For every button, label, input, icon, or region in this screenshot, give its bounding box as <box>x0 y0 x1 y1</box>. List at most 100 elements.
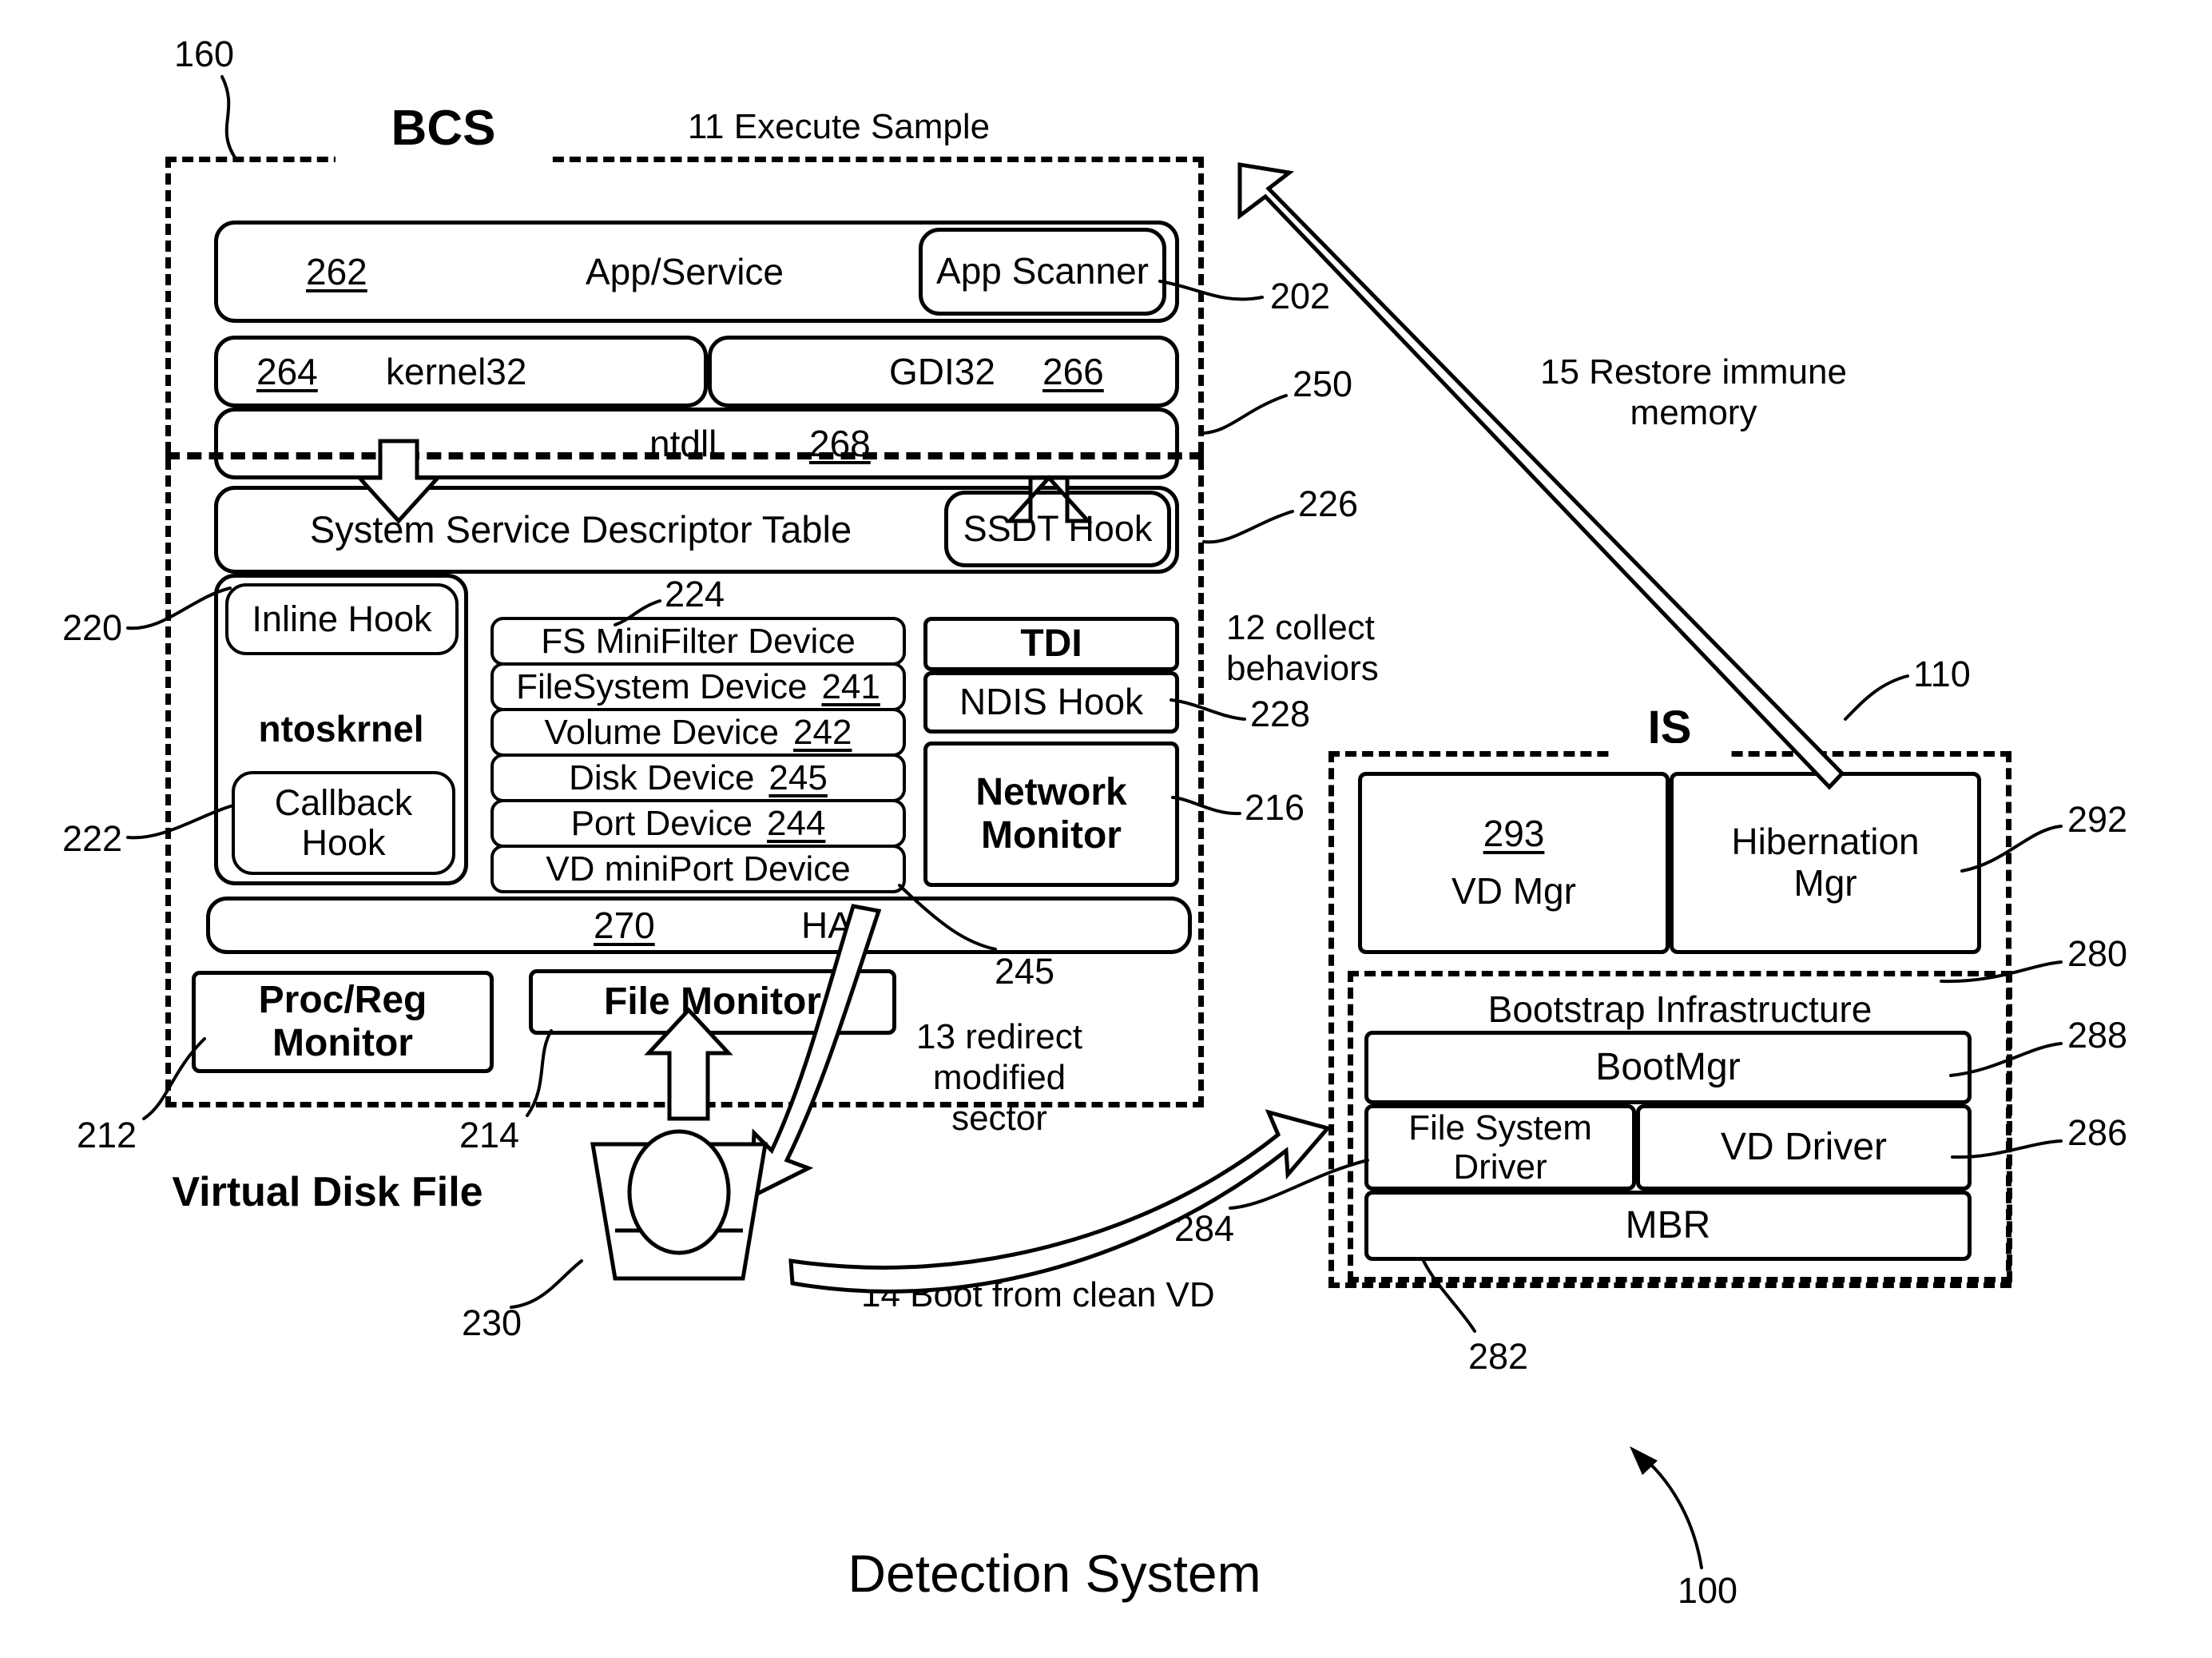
ref-110: 110 <box>1913 654 1971 694</box>
ssdt-hook-label: SSDT Hook <box>963 507 1153 549</box>
is-title-gap-mask <box>1610 743 1730 759</box>
inline-hook-box: Inline Hook <box>225 583 459 655</box>
ref-250: 250 <box>1293 364 1353 404</box>
gdi32-box: GDI32 266 <box>708 336 1179 408</box>
device-row-5: VD miniPort Device <box>490 845 906 893</box>
step-12-collect-behaviors: 12 collect behaviors <box>1226 608 1379 689</box>
kernel32-label: kernel32 <box>386 351 527 392</box>
device-row-ref: 244 <box>767 803 826 843</box>
ref-264: 264 <box>256 351 318 392</box>
vd-driver-box: VD Driver <box>1636 1104 1972 1191</box>
device-row-label: VD miniPort Device <box>546 849 851 889</box>
hal-box: 270 HAL <box>206 897 1192 954</box>
tdi-label: TDI <box>1020 622 1082 666</box>
file-system-driver-label: File System Driver <box>1408 1107 1592 1187</box>
bootmgr-box: BootMgr <box>1364 1031 1972 1104</box>
mbr-label: MBR <box>1625 1204 1711 1247</box>
bcs-title-gap-mask <box>336 149 551 165</box>
ndis-hook-label: NDIS Hook <box>959 681 1144 723</box>
bootstrap-label: Bootstrap Infrastructure <box>1487 988 1872 1031</box>
app-service-label: App/Service <box>586 251 784 292</box>
virtual-disk-icon <box>590 1129 768 1281</box>
step-13-redirect: 13 redirect modified sector <box>916 1017 1082 1139</box>
ntdll-box: ntdll 268 <box>214 408 1179 479</box>
ref-284: 284 <box>1174 1208 1235 1249</box>
vd-mgr-stack: 293 VD Mgr <box>1452 813 1576 912</box>
ref-160: 160 <box>174 34 235 74</box>
device-row-label: Port Device 244 <box>570 803 826 843</box>
mbr-box: MBR <box>1364 1191 1972 1261</box>
ref-270: 270 <box>594 905 655 946</box>
ref-228: 228 <box>1250 694 1311 734</box>
device-row-label: FileSystem Device 241 <box>516 666 880 706</box>
vd-driver-label: VD Driver <box>1720 1126 1887 1169</box>
ref-212: 212 <box>77 1115 137 1155</box>
device-stack: FS MiniFilter Device FileSystem Device 241… <box>490 617 906 893</box>
ref-222: 222 <box>62 818 123 859</box>
ref-224: 224 <box>665 574 725 614</box>
ref-226: 226 <box>1298 483 1359 524</box>
ref-282: 282 <box>1468 1336 1529 1377</box>
gdi32-label: GDI32 <box>889 351 995 392</box>
hibernation-mgr-box: Hibernation Mgr <box>1670 772 1981 954</box>
ssdt-hook-box: SSDT Hook <box>944 491 1171 567</box>
device-row-4: Port Device 244 <box>490 799 906 848</box>
ref-100-arrow <box>1630 1446 1658 1475</box>
boot-clean-vd-arrow <box>788 1109 1332 1294</box>
ref-266: 266 <box>1042 351 1104 392</box>
ref-214: 214 <box>459 1115 520 1155</box>
callback-hook-label: Callback Hook <box>274 781 413 863</box>
file-system-driver-box: File System Driver <box>1364 1104 1636 1191</box>
device-row-0: FS MiniFilter Device <box>490 617 906 666</box>
callback-hook-box: Callback Hook <box>232 771 455 875</box>
ndis-hook-box: NDIS Hook <box>923 671 1179 734</box>
ssdt-label: System Service Descriptor Table <box>309 507 852 551</box>
inline-hook-label: Inline Hook <box>252 598 432 639</box>
network-monitor-label: Network Monitor <box>975 771 1127 857</box>
device-row-label: Volume Device 242 <box>544 712 852 752</box>
kernel32-box: 264 kernel32 <box>214 336 708 408</box>
ref-245: 245 <box>995 951 1055 992</box>
network-monitor-box: Network Monitor <box>923 742 1179 887</box>
hibernation-mgr-label: Hibernation Mgr <box>1731 821 1920 904</box>
file-monitor-box: File Monitor <box>529 969 896 1035</box>
virtual-disk-file-label: Virtual Disk File <box>172 1168 483 1215</box>
proc-reg-monitor-label: Proc/Reg Monitor <box>258 979 427 1064</box>
ref-280: 280 <box>2067 933 2128 974</box>
step-11-execute-sample: 11 Execute Sample <box>687 107 991 146</box>
device-row-label: Disk Device 245 <box>569 757 828 797</box>
step-14-boot-clean-vd: 14 Boot from clean VD <box>861 1275 1215 1314</box>
device-row-ref: 241 <box>821 666 880 706</box>
hal-label: HAL <box>801 905 873 946</box>
ref-288: 288 <box>2067 1015 2128 1056</box>
ntoskrnel-label: ntoskrnel <box>258 708 424 750</box>
ref-100: 100 <box>1678 1570 1738 1611</box>
tdi-box: TDI <box>923 617 1179 671</box>
figure-canvas: BCS 160 11 Execute Sample 262 App/Servic… <box>0 0 2212 1658</box>
device-row-2: Volume Device 242 <box>490 708 906 757</box>
device-row-3: Disk Device 245 <box>490 753 906 802</box>
vd-mgr-label: VD Mgr <box>1452 870 1576 912</box>
ref-216: 216 <box>1245 787 1305 828</box>
bootmgr-label: BootMgr <box>1595 1046 1741 1089</box>
app-scanner-label: App Scanner <box>936 250 1149 292</box>
ref-293: 293 <box>1483 813 1545 855</box>
ref-292: 292 <box>2067 799 2128 840</box>
user-kernel-boundary <box>165 452 1204 459</box>
vd-mgr-box: 293 VD Mgr <box>1358 772 1670 954</box>
device-row-1: FileSystem Device 241 <box>490 662 906 711</box>
proc-reg-monitor-box: Proc/Reg Monitor <box>192 971 494 1073</box>
ref-262: 262 <box>306 251 367 292</box>
ref-202: 202 <box>1270 276 1331 316</box>
app-scanner-box: App Scanner <box>919 228 1166 316</box>
ref-230: 230 <box>462 1302 522 1343</box>
figure-caption: Detection System <box>848 1544 1261 1604</box>
device-row-label: FS MiniFilter Device <box>541 621 856 661</box>
file-monitor-label: File Monitor <box>604 980 821 1024</box>
restore-immune-memory-arrow <box>1237 162 1845 790</box>
ref-286: 286 <box>2067 1112 2128 1153</box>
device-row-ref: 242 <box>793 712 852 752</box>
step-15-restore-immune-memory: 15 Restore immune memory <box>1540 352 1847 433</box>
device-row-ref: 245 <box>768 757 828 797</box>
ref-220: 220 <box>62 607 123 648</box>
